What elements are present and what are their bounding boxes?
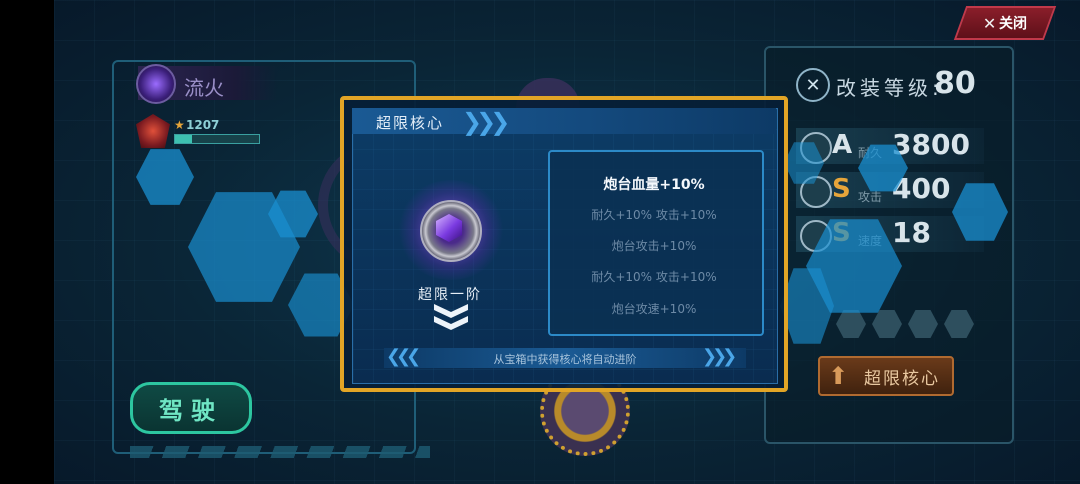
- close-button[interactable]: ✕ 关闭: [953, 6, 1057, 40]
- dialog-title: 超限核心: [376, 114, 445, 132]
- double-chevron-down-icon[interactable]: [432, 302, 470, 332]
- overlimit-core-button[interactable]: ⬆ 超限核心: [818, 356, 954, 396]
- close-button-label: 关闭: [998, 16, 1027, 32]
- close-x-icon: ✕: [983, 13, 997, 33]
- wrench-icon: ✕: [796, 68, 830, 102]
- rank-value: 1207: [186, 118, 220, 132]
- attribute-locked: 炮台攻击+10%: [611, 239, 697, 253]
- stat-value: 3800: [892, 128, 970, 161]
- rank-progress-bar: [174, 134, 260, 144]
- pilot-emblem-icon: [136, 64, 176, 104]
- stat-value: 18: [892, 216, 931, 249]
- upgrade-arrow-icon: ⬆: [828, 362, 851, 390]
- star-icon: ★: [174, 118, 185, 132]
- dialog-footer-text: 从宝箱中获得核心将自动进阶: [493, 353, 637, 366]
- core-level-label: 超限一阶: [418, 287, 482, 303]
- modification-level: 80: [934, 66, 976, 101]
- overlimit-core-button-label: 超限核心: [864, 368, 940, 389]
- stat-grade: A: [832, 130, 853, 160]
- attribute-locked: 炮台攻速+10%: [611, 302, 697, 316]
- modification-label: 改装等级:: [836, 76, 943, 100]
- drive-button[interactable]: 驾驶: [130, 382, 252, 434]
- decorative-stripes: [130, 446, 430, 458]
- attribute-locked: 耐久+10% 攻击+10%: [591, 208, 717, 222]
- attribute-current: 炮台血量+10%: [603, 177, 705, 193]
- stat-grade: S: [832, 174, 851, 204]
- attribute-locked: 耐久+10% 攻击+10%: [591, 270, 717, 284]
- pilot-name: 流火: [184, 76, 224, 100]
- chevrons-icon: ❯❯❯: [462, 108, 510, 136]
